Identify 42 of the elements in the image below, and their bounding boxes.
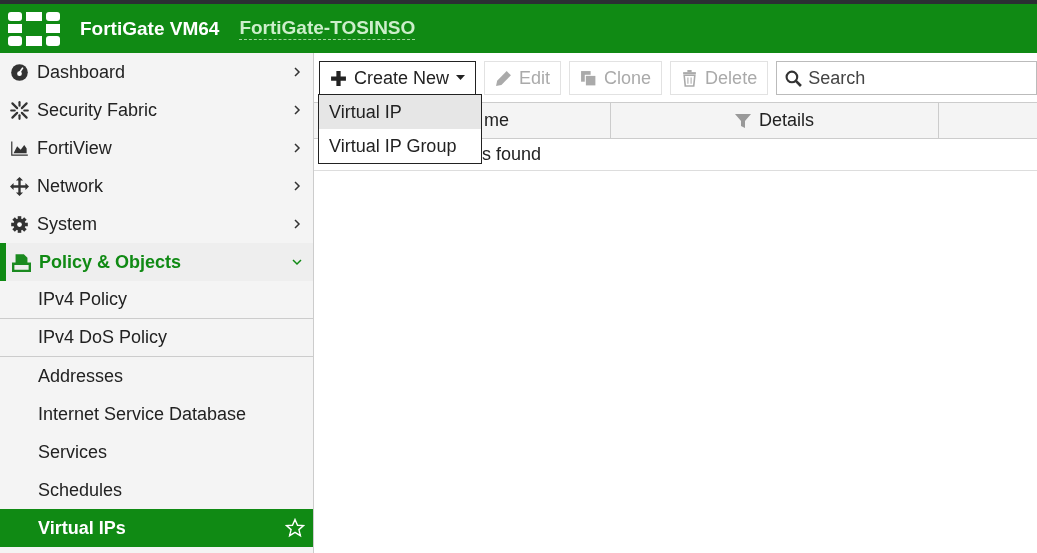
chevron-icon	[291, 180, 303, 192]
sidebar-item[interactable]: FortiView	[0, 129, 313, 167]
sidebar-subitem[interactable]: IPv4 Policy	[0, 281, 313, 319]
caret-icon	[456, 75, 466, 81]
chevron-icon	[291, 218, 303, 230]
chevron-icon	[291, 66, 303, 78]
document-icon	[12, 252, 31, 272]
gear-icon	[10, 214, 29, 234]
chart-icon	[10, 138, 29, 158]
menu-item[interactable]: Virtual IP	[319, 95, 481, 129]
chevron-icon	[291, 104, 303, 116]
sidebar-subitem[interactable]: Services	[0, 433, 313, 471]
filter-icon[interactable]	[735, 112, 751, 129]
sidebar-item[interactable]: Network	[0, 167, 313, 205]
sidebar-item[interactable]: Dashboard	[0, 53, 313, 91]
trash-icon	[681, 69, 699, 87]
copy-icon	[580, 69, 598, 87]
create-new-button[interactable]: Create New	[319, 61, 477, 95]
sidebar-item[interactable]: Security Fabric	[0, 91, 313, 129]
sidebar-subitem[interactable]: Addresses	[0, 357, 313, 395]
sidebar-subitem[interactable]: Internet Service Database	[0, 395, 313, 433]
column-header: me	[484, 110, 509, 131]
empty-message: s found	[482, 144, 542, 165]
hostname-link[interactable]: FortiGate-TOSINSO	[239, 17, 416, 40]
search-box[interactable]: Search	[776, 61, 1037, 95]
product-name: FortiGate VM64	[80, 17, 220, 40]
pencil-icon	[495, 69, 513, 87]
plus-icon	[330, 69, 347, 87]
sidebar-subitem[interactable]: Schedules	[0, 471, 313, 509]
chevron-icon	[291, 256, 303, 268]
move-arrows-icon	[10, 176, 29, 196]
sparkle-icon	[10, 100, 29, 120]
logo-icon	[8, 11, 60, 46]
column-header: Details	[759, 110, 814, 131]
chevron-icon	[291, 142, 303, 154]
dashboard-icon	[10, 62, 29, 82]
sidebar-item[interactable]: System	[0, 205, 313, 243]
sidebar-subitem[interactable]: IPv4 DoS Policy	[0, 319, 313, 357]
sidebar-subitem[interactable]: Virtual IPs	[0, 509, 313, 547]
star-icon[interactable]	[285, 518, 305, 538]
sidebar-item[interactable]: Policy & Objects	[0, 243, 313, 281]
search-icon	[785, 69, 803, 87]
